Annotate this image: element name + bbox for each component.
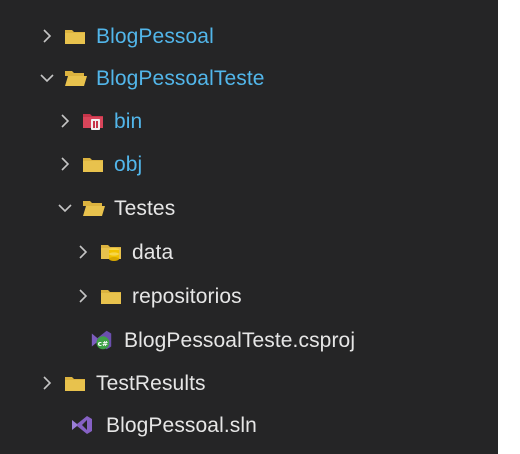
folder-bin-icon — [82, 110, 106, 132]
chevron-right-icon[interactable] — [74, 286, 92, 306]
tree-item-sln-file[interactable]: BlogPessoal.sln — [0, 405, 520, 445]
tree-item-label: BlogPessoalTeste.csproj — [124, 328, 356, 352]
tree-item-label: BlogPessoal.sln — [106, 413, 257, 437]
chevron-down-icon[interactable] — [38, 68, 56, 88]
explorer-tree: BlogPessoal BlogPessoalTeste bin obj Tes… — [0, 0, 498, 454]
tree-item-label: Testes — [114, 196, 176, 220]
chevron-right-icon[interactable] — [56, 111, 74, 131]
tree-item-label: BlogPessoal — [96, 24, 214, 48]
tree-item-testresults[interactable]: TestResults — [0, 363, 520, 403]
folder-closed-icon — [82, 153, 106, 175]
csproj-file-icon: c# — [90, 329, 114, 351]
folder-database-icon — [100, 241, 124, 263]
tree-item-blogpessoalteste[interactable]: BlogPessoalTeste — [0, 58, 520, 98]
svg-text:c#: c# — [98, 339, 109, 348]
chevron-right-icon[interactable] — [38, 373, 56, 393]
tree-item-label: TestResults — [96, 371, 206, 395]
tree-item-label: data — [132, 240, 174, 264]
folder-open-icon — [64, 67, 88, 89]
tree-item-data[interactable]: data — [0, 232, 520, 272]
chevron-right-icon[interactable] — [38, 26, 56, 46]
visual-studio-sln-icon — [70, 414, 94, 436]
chevron-right-icon[interactable] — [56, 154, 74, 174]
tree-item-label: bin — [114, 109, 143, 133]
chevron-right-icon[interactable] — [74, 242, 92, 262]
tree-item-label: repositorios — [132, 284, 242, 308]
chevron-down-icon[interactable] — [56, 198, 74, 218]
tree-item-label: BlogPessoalTeste — [96, 66, 265, 90]
tree-item-label: obj — [114, 152, 143, 176]
folder-closed-icon — [100, 285, 124, 307]
tree-item-blogpessoal[interactable]: BlogPessoal — [0, 16, 520, 56]
folder-open-icon — [82, 197, 106, 219]
tree-item-bin[interactable]: bin — [0, 101, 520, 141]
tree-item-testes[interactable]: Testes — [0, 188, 520, 228]
tree-item-obj[interactable]: obj — [0, 144, 520, 184]
tree-item-csproj-file[interactable]: c# BlogPessoalTeste.csproj — [0, 320, 520, 360]
tree-item-repositorios[interactable]: repositorios — [0, 276, 520, 316]
folder-closed-icon — [64, 372, 88, 394]
folder-closed-icon — [64, 25, 88, 47]
